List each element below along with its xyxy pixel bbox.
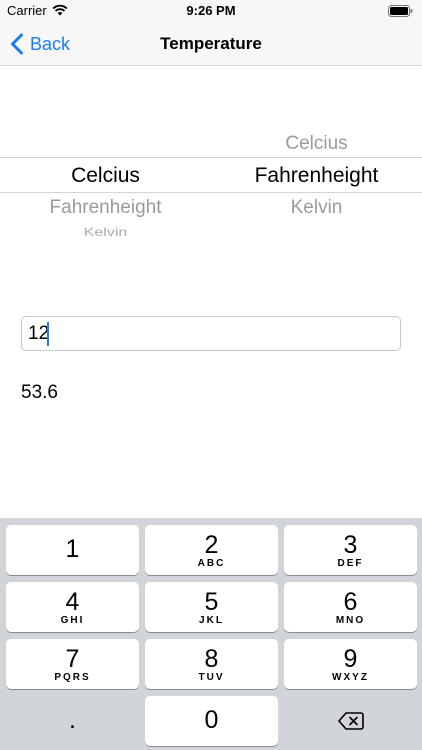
key-digit: 1	[65, 535, 80, 563]
key-letters: ABC	[197, 558, 226, 569]
from-picker-below[interactable]: Fahrenheight	[0, 197, 211, 219]
to-picker-above[interactable]: Celcius	[211, 133, 422, 155]
key-digit: 3	[343, 531, 358, 559]
key-1[interactable]: 1	[6, 525, 139, 575]
conversion-result: 53.6	[21, 382, 58, 403]
page-title: Temperature	[160, 34, 262, 53]
backspace-icon	[338, 712, 364, 730]
key-letters: WXYZ	[332, 672, 369, 683]
key-letters: JKL	[199, 615, 224, 626]
delete-button[interactable]	[284, 696, 417, 746]
key-5[interactable]: 5 JKL	[145, 582, 278, 632]
from-picker-below-2[interactable]: Kelvin	[0, 227, 211, 240]
key-digit: 4	[65, 588, 80, 616]
key-9[interactable]: 9 WXYZ	[284, 639, 417, 689]
key-3[interactable]: 3 DEF	[284, 525, 417, 575]
key-decimal[interactable]: .	[6, 696, 139, 746]
key-letters: MNO	[335, 615, 366, 626]
key-digit: 9	[343, 645, 358, 673]
to-picker-selected[interactable]: Fahrenheight	[211, 164, 422, 188]
text-caret	[47, 322, 49, 346]
temperature-input[interactable]	[21, 316, 401, 351]
key-0[interactable]: 0	[145, 696, 278, 746]
to-unit-picker[interactable]: Celcius Fahrenheight Kelvin	[211, 110, 422, 250]
key-letters: TUV	[198, 672, 225, 683]
key-6[interactable]: 6 MNO	[284, 582, 417, 632]
key-4[interactable]: 4 GHI	[6, 582, 139, 632]
unit-pickers: Celcius Fahrenheight Kelvin Celcius Fahr…	[0, 110, 422, 250]
from-unit-picker[interactable]: Celcius Fahrenheight Kelvin	[0, 110, 211, 250]
status-bar: Carrier 9:26 PM	[0, 0, 422, 22]
key-letters: PQRS	[54, 672, 91, 683]
key-digit: 8	[204, 645, 219, 673]
screen: Carrier 9:26 PM Back Temperature Celcius…	[0, 0, 422, 750]
from-picker-selected[interactable]: Celcius	[0, 164, 211, 188]
status-time: 9:26 PM	[186, 3, 236, 18]
key-digit: 7	[65, 645, 80, 673]
key-digit: 5	[204, 588, 219, 616]
key-digit: .	[69, 706, 76, 734]
key-7[interactable]: 7 PQRS	[6, 639, 139, 689]
key-letters: GHI	[60, 615, 85, 626]
key-2[interactable]: 2 ABC	[145, 525, 278, 575]
key-digit: 0	[204, 706, 219, 734]
number-keypad: 1 2 ABC 3 DEF 4 GHI 5 JKL 6 MNO 7 PQRS 8	[0, 518, 422, 750]
to-picker-below[interactable]: Kelvin	[211, 197, 422, 219]
navigation-bar: Back Temperature	[0, 22, 422, 66]
key-digit: 6	[343, 588, 358, 616]
battery-icon	[388, 4, 413, 22]
key-letters: DEF	[337, 558, 364, 569]
key-digit: 2	[204, 531, 219, 559]
key-8[interactable]: 8 TUV	[145, 639, 278, 689]
